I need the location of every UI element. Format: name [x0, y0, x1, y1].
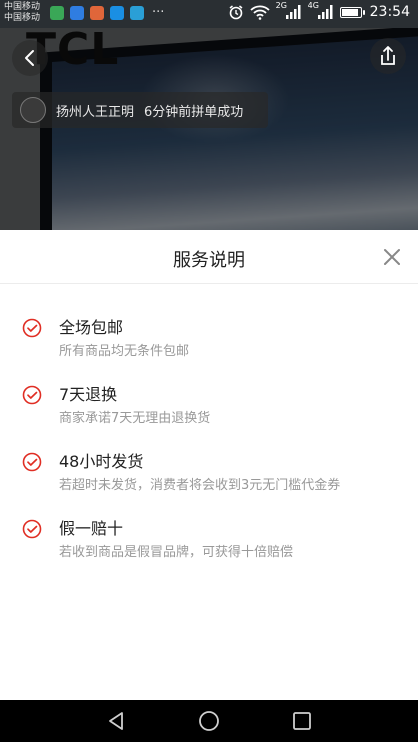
status-time: 23:54 — [369, 4, 410, 20]
carrier-labels: 中国移动 中国移动 — [4, 2, 40, 24]
check-circle-icon — [22, 318, 42, 338]
list-item: 7天退换 商家承诺7天无理由退换货 — [0, 381, 418, 448]
product-image: TCL 扬州人王正明 6分钟前拼单成功 — [0, 28, 418, 230]
gallery-app-icon — [130, 6, 144, 20]
group-buy-notice: 扬州人王正明 6分钟前拼单成功 — [12, 92, 268, 128]
check-circle-icon — [22, 452, 42, 472]
notice-message: 6分钟前拼单成功 — [144, 104, 244, 120]
dim-overlay[interactable] — [0, 28, 418, 230]
battery-icon — [339, 6, 365, 18]
item-description: 商家承诺7天无理由退换货 — [59, 411, 211, 426]
service-list: 全场包邮 所有商品均无条件包邮 7天退换 商家承诺7天无理由退换货 48小时发货… — [0, 284, 418, 582]
alarm-icon — [229, 5, 243, 20]
signal-2: 4G — [308, 1, 334, 20]
carrier-2: 中国移动 — [4, 13, 41, 23]
item-title: 48小时发货 — [59, 452, 144, 471]
list-item: 假一赔十 若收到商品是假冒品牌，可获得十倍赔偿 — [0, 515, 418, 582]
status-right: 2G 4G 23:54 — [228, 1, 410, 20]
sheet-header: 服务说明 — [0, 230, 418, 284]
app-notification-icon — [50, 6, 64, 20]
navigation-bar — [0, 700, 418, 742]
wifi-icon — [250, 5, 270, 20]
sheet-title: 服务说明 — [173, 250, 245, 271]
status-bar: 中国移动 中国移动 ··· 2G 4G 23:54 — [0, 0, 418, 28]
nav-home-button[interactable] — [197, 709, 221, 733]
carrier-1: 中国移动 — [4, 2, 41, 12]
more-notifications: ··· — [152, 5, 165, 20]
avatar — [20, 97, 46, 123]
shield-app-icon — [70, 6, 84, 20]
back-icon — [25, 50, 34, 66]
item-description: 若收到商品是假冒品牌，可获得十倍赔偿 — [59, 545, 294, 560]
item-title: 7天退换 — [59, 385, 118, 404]
back-button[interactable] — [12, 40, 48, 76]
alipay-app-icon — [110, 6, 124, 20]
nav-back-icon — [109, 712, 123, 730]
nav-back-button[interactable] — [104, 709, 128, 733]
notification-icons: ··· — [50, 6, 164, 20]
item-title: 全场包邮 — [59, 318, 124, 337]
service-sheet: 服务说明 全场包邮 所有商品均无条件包邮 7天退换 商家承诺7天无理由退换货 4… — [0, 230, 418, 700]
nav-recents-icon — [293, 712, 311, 730]
check-circle-icon — [22, 385, 42, 405]
check-circle-icon — [22, 519, 42, 539]
share-button[interactable] — [370, 38, 406, 74]
nav-recents-button[interactable] — [290, 709, 314, 733]
list-item: 48小时发货 若超时未发货，消费者将会收到3元无门槛代金券 — [0, 448, 418, 515]
notice-user: 扬州人王正明 — [56, 104, 135, 120]
close-icon — [384, 249, 400, 265]
item-description: 所有商品均无条件包邮 — [59, 344, 190, 359]
close-button[interactable] — [380, 245, 404, 269]
signal-1: 2G — [276, 1, 302, 20]
item-title: 假一赔十 — [59, 519, 124, 538]
share-icon — [381, 46, 395, 65]
item-description: 若超时未发货，消费者将会收到3元无门槛代金券 — [59, 478, 341, 493]
nav-home-icon — [199, 711, 219, 731]
shop-app-icon — [90, 6, 104, 20]
list-item: 全场包邮 所有商品均无条件包邮 — [0, 314, 418, 381]
